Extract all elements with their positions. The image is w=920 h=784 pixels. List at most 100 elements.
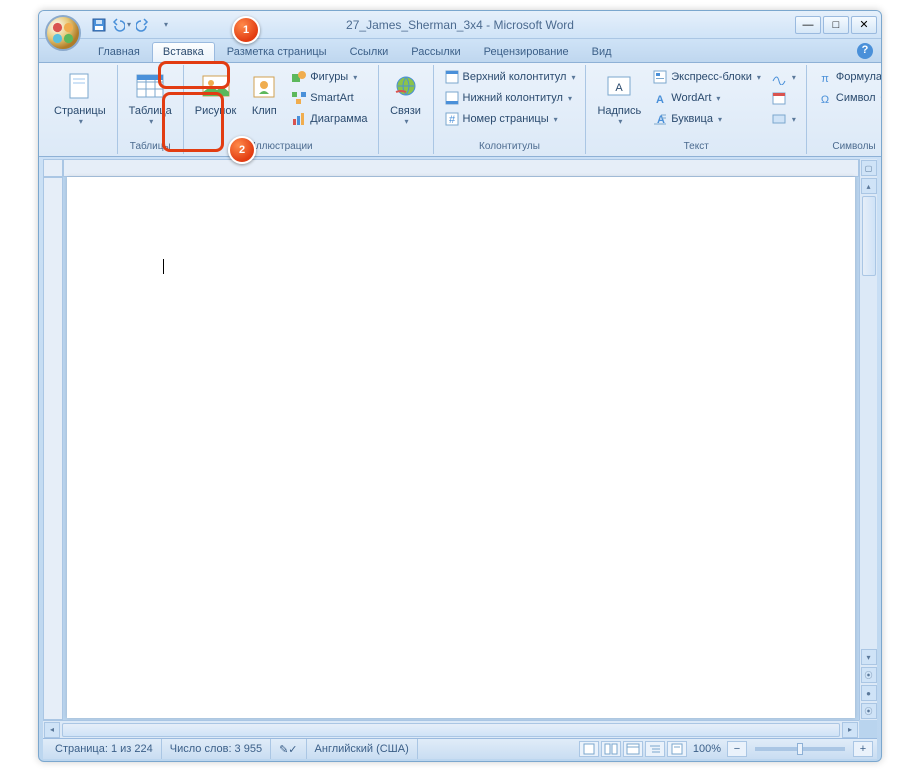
office-button[interactable] [45, 15, 81, 51]
smartart-button[interactable]: SmartArt [287, 88, 371, 108]
prev-page-button[interactable]: ⦿ [861, 667, 877, 683]
pages-label: Страницы [54, 105, 106, 117]
symbol-button[interactable]: Ω Символ ▾ [813, 88, 882, 108]
footer-label: Нижний колонтитул [463, 92, 563, 104]
datetime-icon [771, 90, 787, 106]
footer-button[interactable]: Нижний колонтитул ▾ [440, 88, 580, 108]
horizontal-scrollbar[interactable]: ◂ ▸ [43, 720, 859, 738]
qat-save[interactable] [89, 15, 109, 35]
browse-object-button[interactable]: ● [861, 685, 877, 701]
tab-view[interactable]: Вид [581, 42, 623, 62]
document-page[interactable] [67, 177, 855, 718]
object-button[interactable]: ▾ [767, 109, 800, 129]
tab-mailings[interactable]: Рассылки [400, 42, 471, 62]
svg-text:A: A [656, 94, 664, 106]
tab-insert[interactable]: Вставка [152, 42, 215, 62]
status-page[interactable]: Страница: 1 из 224 [47, 739, 162, 759]
callout-badge-2: 2 [228, 136, 256, 164]
chart-button[interactable]: Диаграмма [287, 109, 371, 129]
table-button[interactable]: Таблица ▾ [124, 67, 177, 128]
dropcap-label: Буквица [671, 113, 713, 125]
view-draft[interactable] [667, 741, 687, 757]
dropcap-icon: A [652, 111, 668, 127]
links-label: Связи [390, 105, 421, 117]
shapes-label: Фигуры [310, 71, 348, 83]
view-full-screen[interactable] [601, 741, 621, 757]
signature-icon [771, 69, 787, 85]
links-button[interactable]: Связи ▾ [385, 67, 427, 128]
group-header-footer: Верхний колонтитул▾ Нижний колонтитул ▾ #… [434, 65, 587, 154]
text-cursor [163, 259, 164, 274]
tab-review[interactable]: Рецензирование [473, 42, 580, 62]
equation-button[interactable]: π Формула▾ [813, 67, 882, 87]
tab-home[interactable]: Главная [87, 42, 151, 62]
header-button[interactable]: Верхний колонтитул▾ [440, 67, 580, 87]
svg-text:#: # [448, 114, 455, 126]
vertical-ruler[interactable] [43, 177, 63, 720]
group-illustrations-label: Иллюстрации [190, 140, 372, 154]
picture-label: Рисунок [195, 105, 237, 117]
chevron-down-icon: ▾ [757, 73, 761, 82]
scroll-thumb-horizontal[interactable] [62, 723, 840, 737]
scroll-left-button[interactable]: ◂ [44, 722, 60, 738]
textbox-label: Надпись [597, 105, 641, 117]
shapes-button[interactable]: Фигуры ▾ [287, 67, 371, 87]
symbol-icon: Ω [817, 90, 833, 106]
qat-customize[interactable]: ▾ [155, 15, 175, 35]
zoom-thumb[interactable] [797, 743, 803, 755]
quick-parts-button[interactable]: Экспресс-блоки ▾ [648, 67, 765, 87]
group-links-label [385, 140, 427, 154]
chevron-down-icon: ▾ [353, 73, 357, 82]
view-outline[interactable] [645, 741, 665, 757]
close-button[interactable]: ✕ [851, 16, 877, 34]
scroll-thumb-vertical[interactable] [862, 196, 876, 276]
page-number-button[interactable]: # Номер страницы▾ [440, 109, 580, 129]
status-spellcheck[interactable]: ✎✓ [271, 739, 306, 759]
clip-button[interactable]: Клип [243, 67, 285, 119]
tab-page-layout[interactable]: Разметка страницы [216, 42, 338, 62]
vertical-scrollbar[interactable]: ▢ ▴ ▾ ⦿ ● ⦿ [859, 159, 877, 720]
signature-button[interactable]: ▾ [767, 67, 800, 87]
page-icon [64, 71, 96, 103]
horizontal-ruler[interactable] [63, 159, 859, 177]
ruler-toggle[interactable]: ▢ [861, 160, 877, 176]
zoom-in-button[interactable]: + [853, 741, 873, 757]
ruler-corner[interactable] [43, 159, 63, 177]
status-word-count[interactable]: Число слов: 3 955 [162, 739, 271, 759]
zoom-out-button[interactable]: − [727, 741, 747, 757]
view-web-layout[interactable] [623, 741, 643, 757]
qat-undo[interactable]: ▾ [111, 15, 131, 35]
datetime-button[interactable] [767, 88, 800, 108]
qat-redo[interactable] [133, 15, 153, 35]
page-number-label: Номер страницы [463, 113, 549, 125]
header-icon [444, 69, 460, 85]
symbol-label: Символ [836, 92, 876, 104]
chevron-down-icon: ▾ [568, 94, 572, 103]
zoom-slider[interactable] [755, 747, 845, 751]
document-area: ▢ ▴ ▾ ⦿ ● ⦿ ◂ ▸ [43, 159, 877, 738]
pages-button[interactable]: Страницы ▾ [49, 67, 111, 128]
group-symbols-label: Символы [813, 140, 882, 154]
textbox-button[interactable]: A Надпись ▾ [592, 67, 646, 128]
scroll-up-button[interactable]: ▴ [861, 178, 877, 194]
tab-references[interactable]: Ссылки [339, 42, 400, 62]
zoom-level[interactable]: 100% [693, 743, 721, 755]
smartart-label: SmartArt [310, 92, 353, 104]
group-illustrations: Рисунок Клип Фигуры ▾ SmartArt [184, 65, 379, 154]
textbox-icon: A [603, 71, 635, 103]
help-icon[interactable]: ? [857, 43, 873, 59]
picture-button[interactable]: Рисунок [190, 67, 242, 119]
wordart-button[interactable]: A WordArt▾ [648, 88, 765, 108]
scroll-right-button[interactable]: ▸ [842, 722, 858, 738]
quick-parts-label: Экспресс-блоки [671, 71, 752, 83]
next-page-button[interactable]: ⦿ [861, 703, 877, 719]
chevron-down-icon: ▾ [792, 115, 796, 124]
chevron-down-icon: ▾ [618, 117, 622, 126]
maximize-button[interactable]: □ [823, 16, 849, 34]
chevron-down-icon: ▾ [881, 94, 882, 103]
minimize-button[interactable]: — [795, 16, 821, 34]
status-language[interactable]: Английский (США) [307, 739, 418, 759]
view-print-layout[interactable] [579, 741, 599, 757]
scroll-down-button[interactable]: ▾ [861, 649, 877, 665]
dropcap-button[interactable]: A Буквица▾ [648, 109, 765, 129]
